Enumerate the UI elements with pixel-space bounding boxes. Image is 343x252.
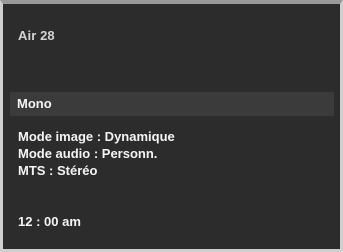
settings-info-list: Mode image : Dynamique Mode audio : Pers…	[18, 128, 175, 179]
audio-mode-row: Mono	[10, 92, 334, 116]
picture-mode-label: Mode image : Dynamique	[18, 129, 175, 144]
tv-info-banner: Air 28 Mono Mode image : Dynamique Mode …	[0, 0, 343, 252]
audio-mode-label: Mono	[17, 96, 52, 111]
sound-mode-label: Mode audio : Personn.	[18, 146, 158, 161]
channel-label: Air 28	[18, 28, 55, 43]
mts-label: MTS : Stéréo	[18, 163, 98, 178]
clock-time: 12 : 00 am	[18, 214, 81, 229]
